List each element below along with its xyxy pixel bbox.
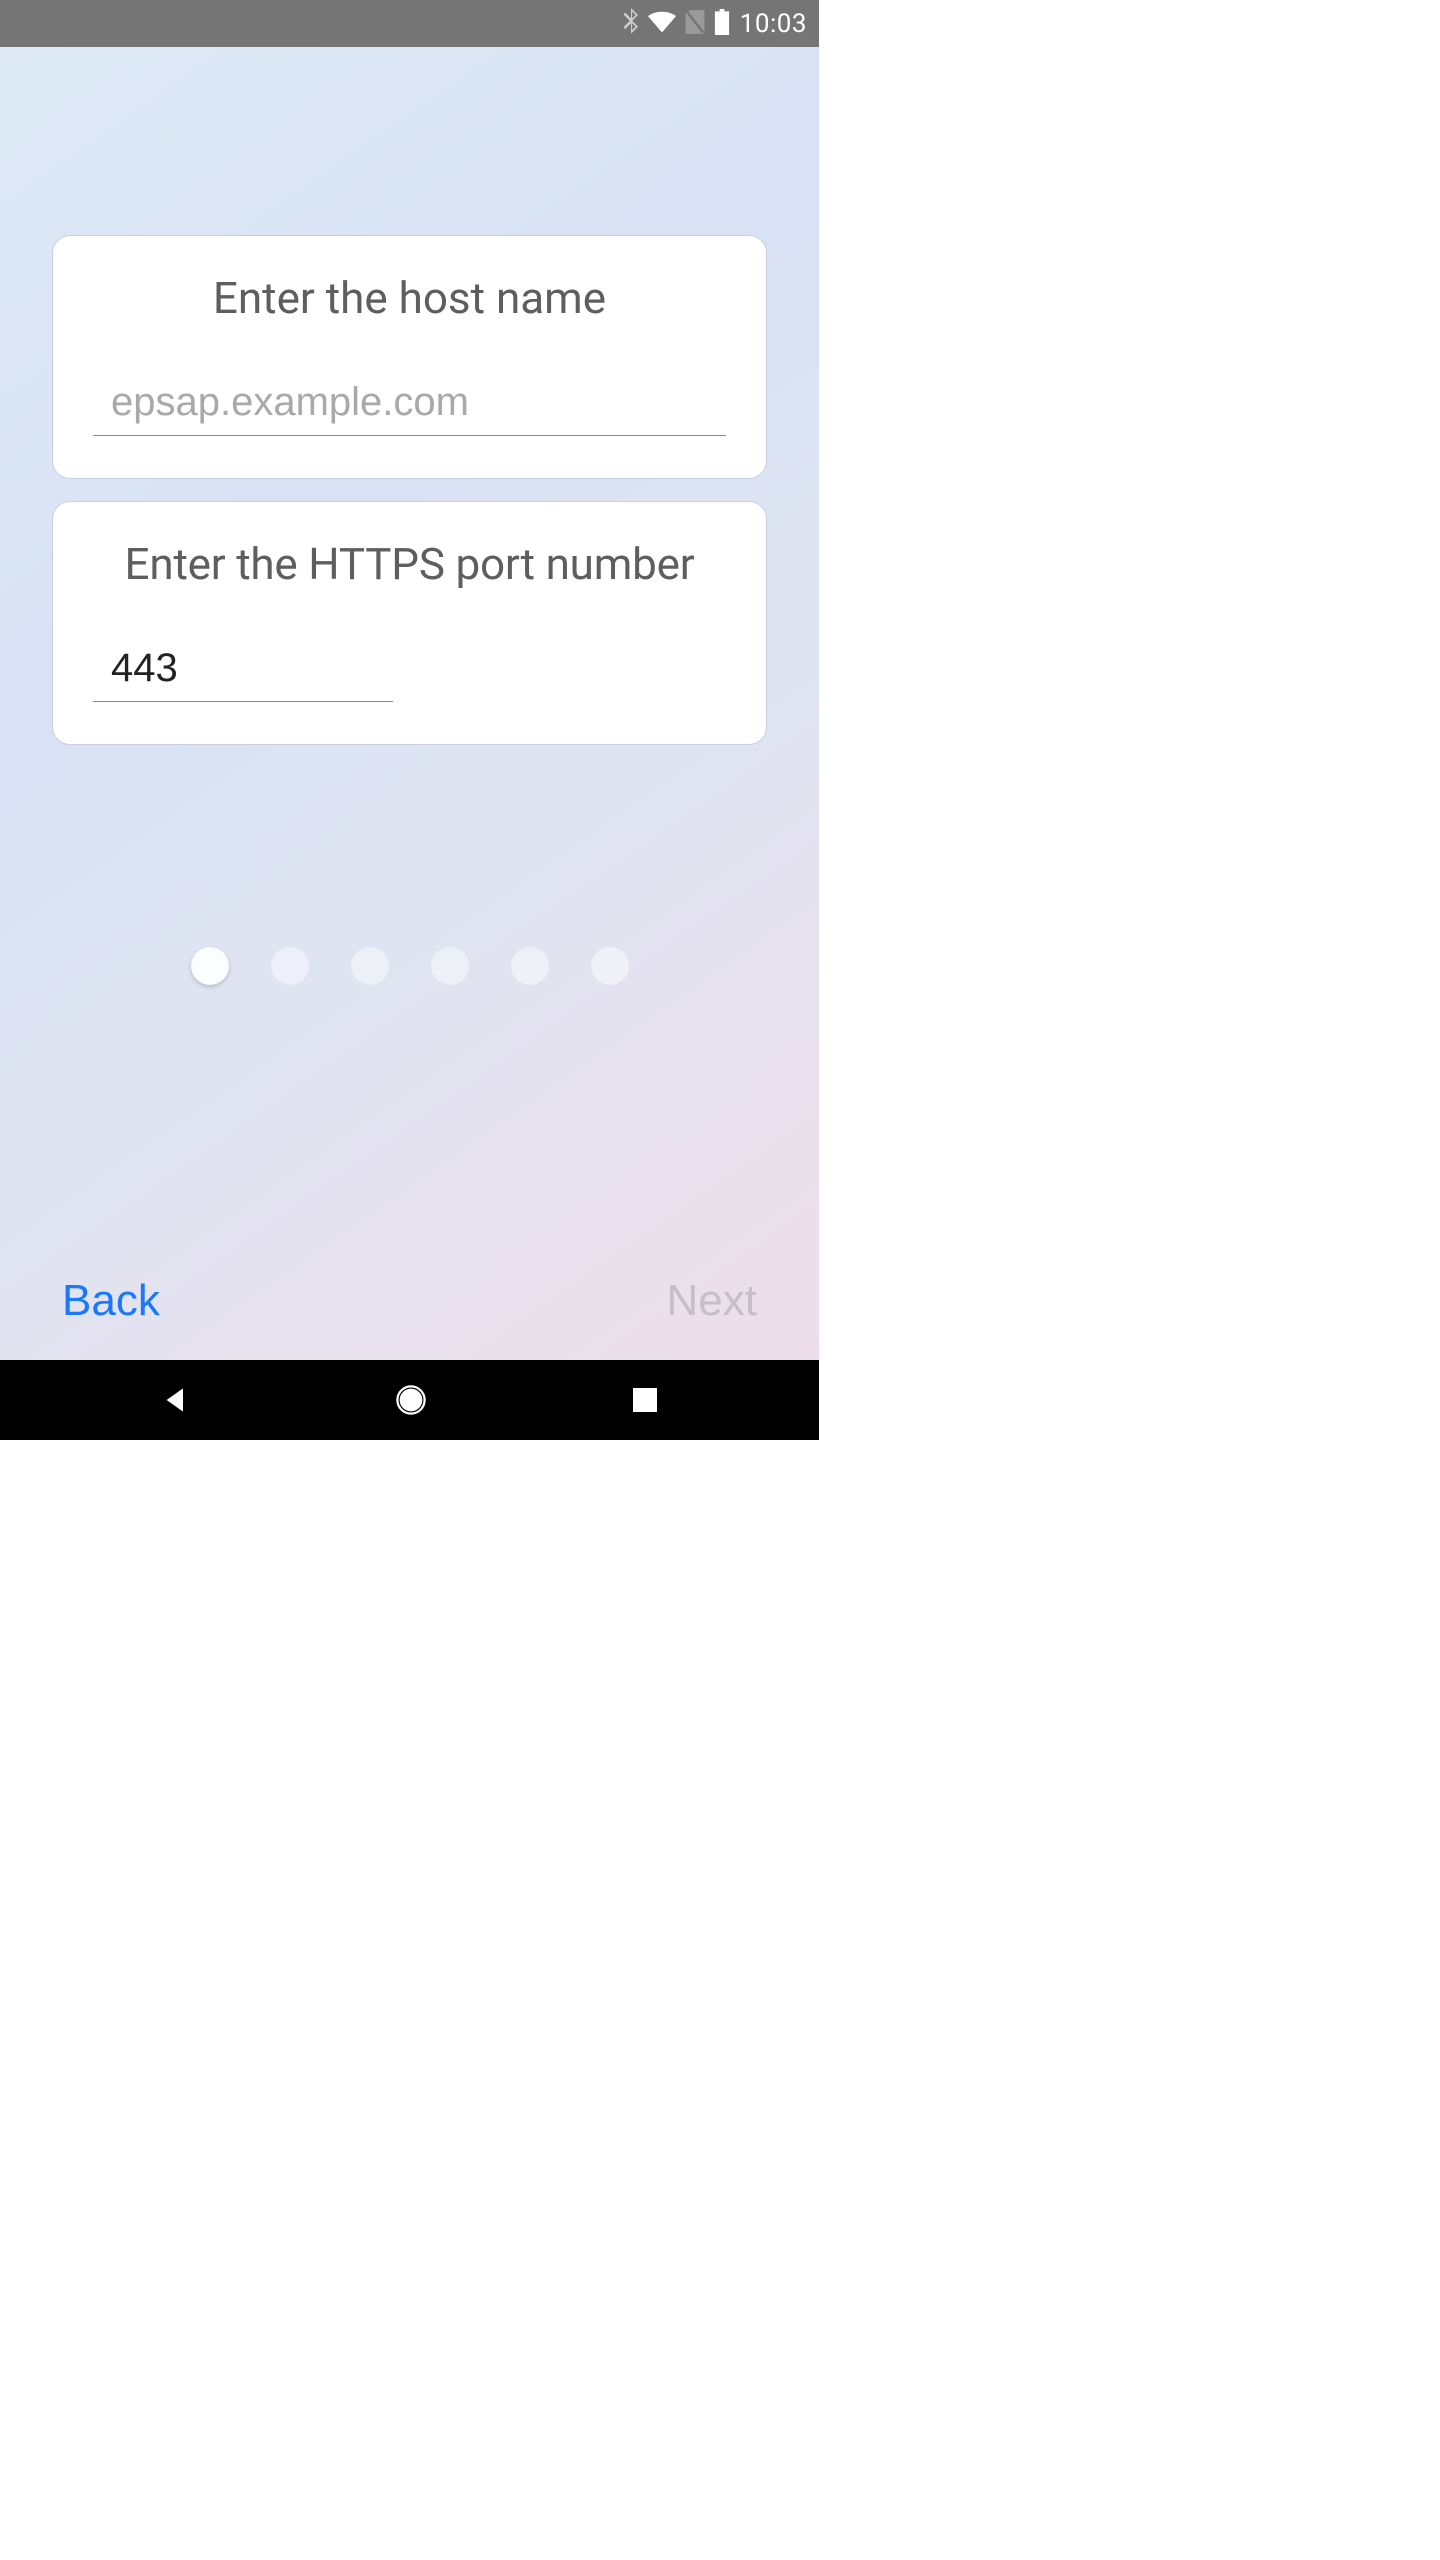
android-nav-bar <box>0 1360 819 1440</box>
host-name-card: Enter the host name <box>52 235 767 479</box>
next-button[interactable]: Next <box>667 1276 757 1326</box>
android-recent-icon[interactable] <box>633 1388 657 1412</box>
wizard-nav-row: Back Next <box>0 1276 819 1360</box>
pagination-dots <box>191 947 629 985</box>
port-number-title: Enter the HTTPS port number <box>93 538 726 590</box>
back-button[interactable]: Back <box>62 1276 160 1326</box>
android-home-icon[interactable] <box>394 1383 428 1417</box>
host-name-input[interactable] <box>93 374 726 436</box>
form-wrapper: Enter the host name Enter the HTTPS port… <box>0 0 819 1252</box>
port-number-card: Enter the HTTPS port number <box>52 501 767 745</box>
page-dot-6[interactable] <box>591 947 629 985</box>
page-dot-2[interactable] <box>271 947 309 985</box>
page-dot-4[interactable] <box>431 947 469 985</box>
page-dot-3[interactable] <box>351 947 389 985</box>
host-name-title: Enter the host name <box>93 272 726 324</box>
port-number-input[interactable] <box>93 640 393 702</box>
bottom-nav-section: Back Next <box>0 1252 819 1360</box>
app-content: Enter the host name Enter the HTTPS port… <box>0 47 819 1360</box>
page-dot-5[interactable] <box>511 947 549 985</box>
page-dot-1[interactable] <box>191 947 229 985</box>
android-back-icon[interactable] <box>162 1386 190 1414</box>
